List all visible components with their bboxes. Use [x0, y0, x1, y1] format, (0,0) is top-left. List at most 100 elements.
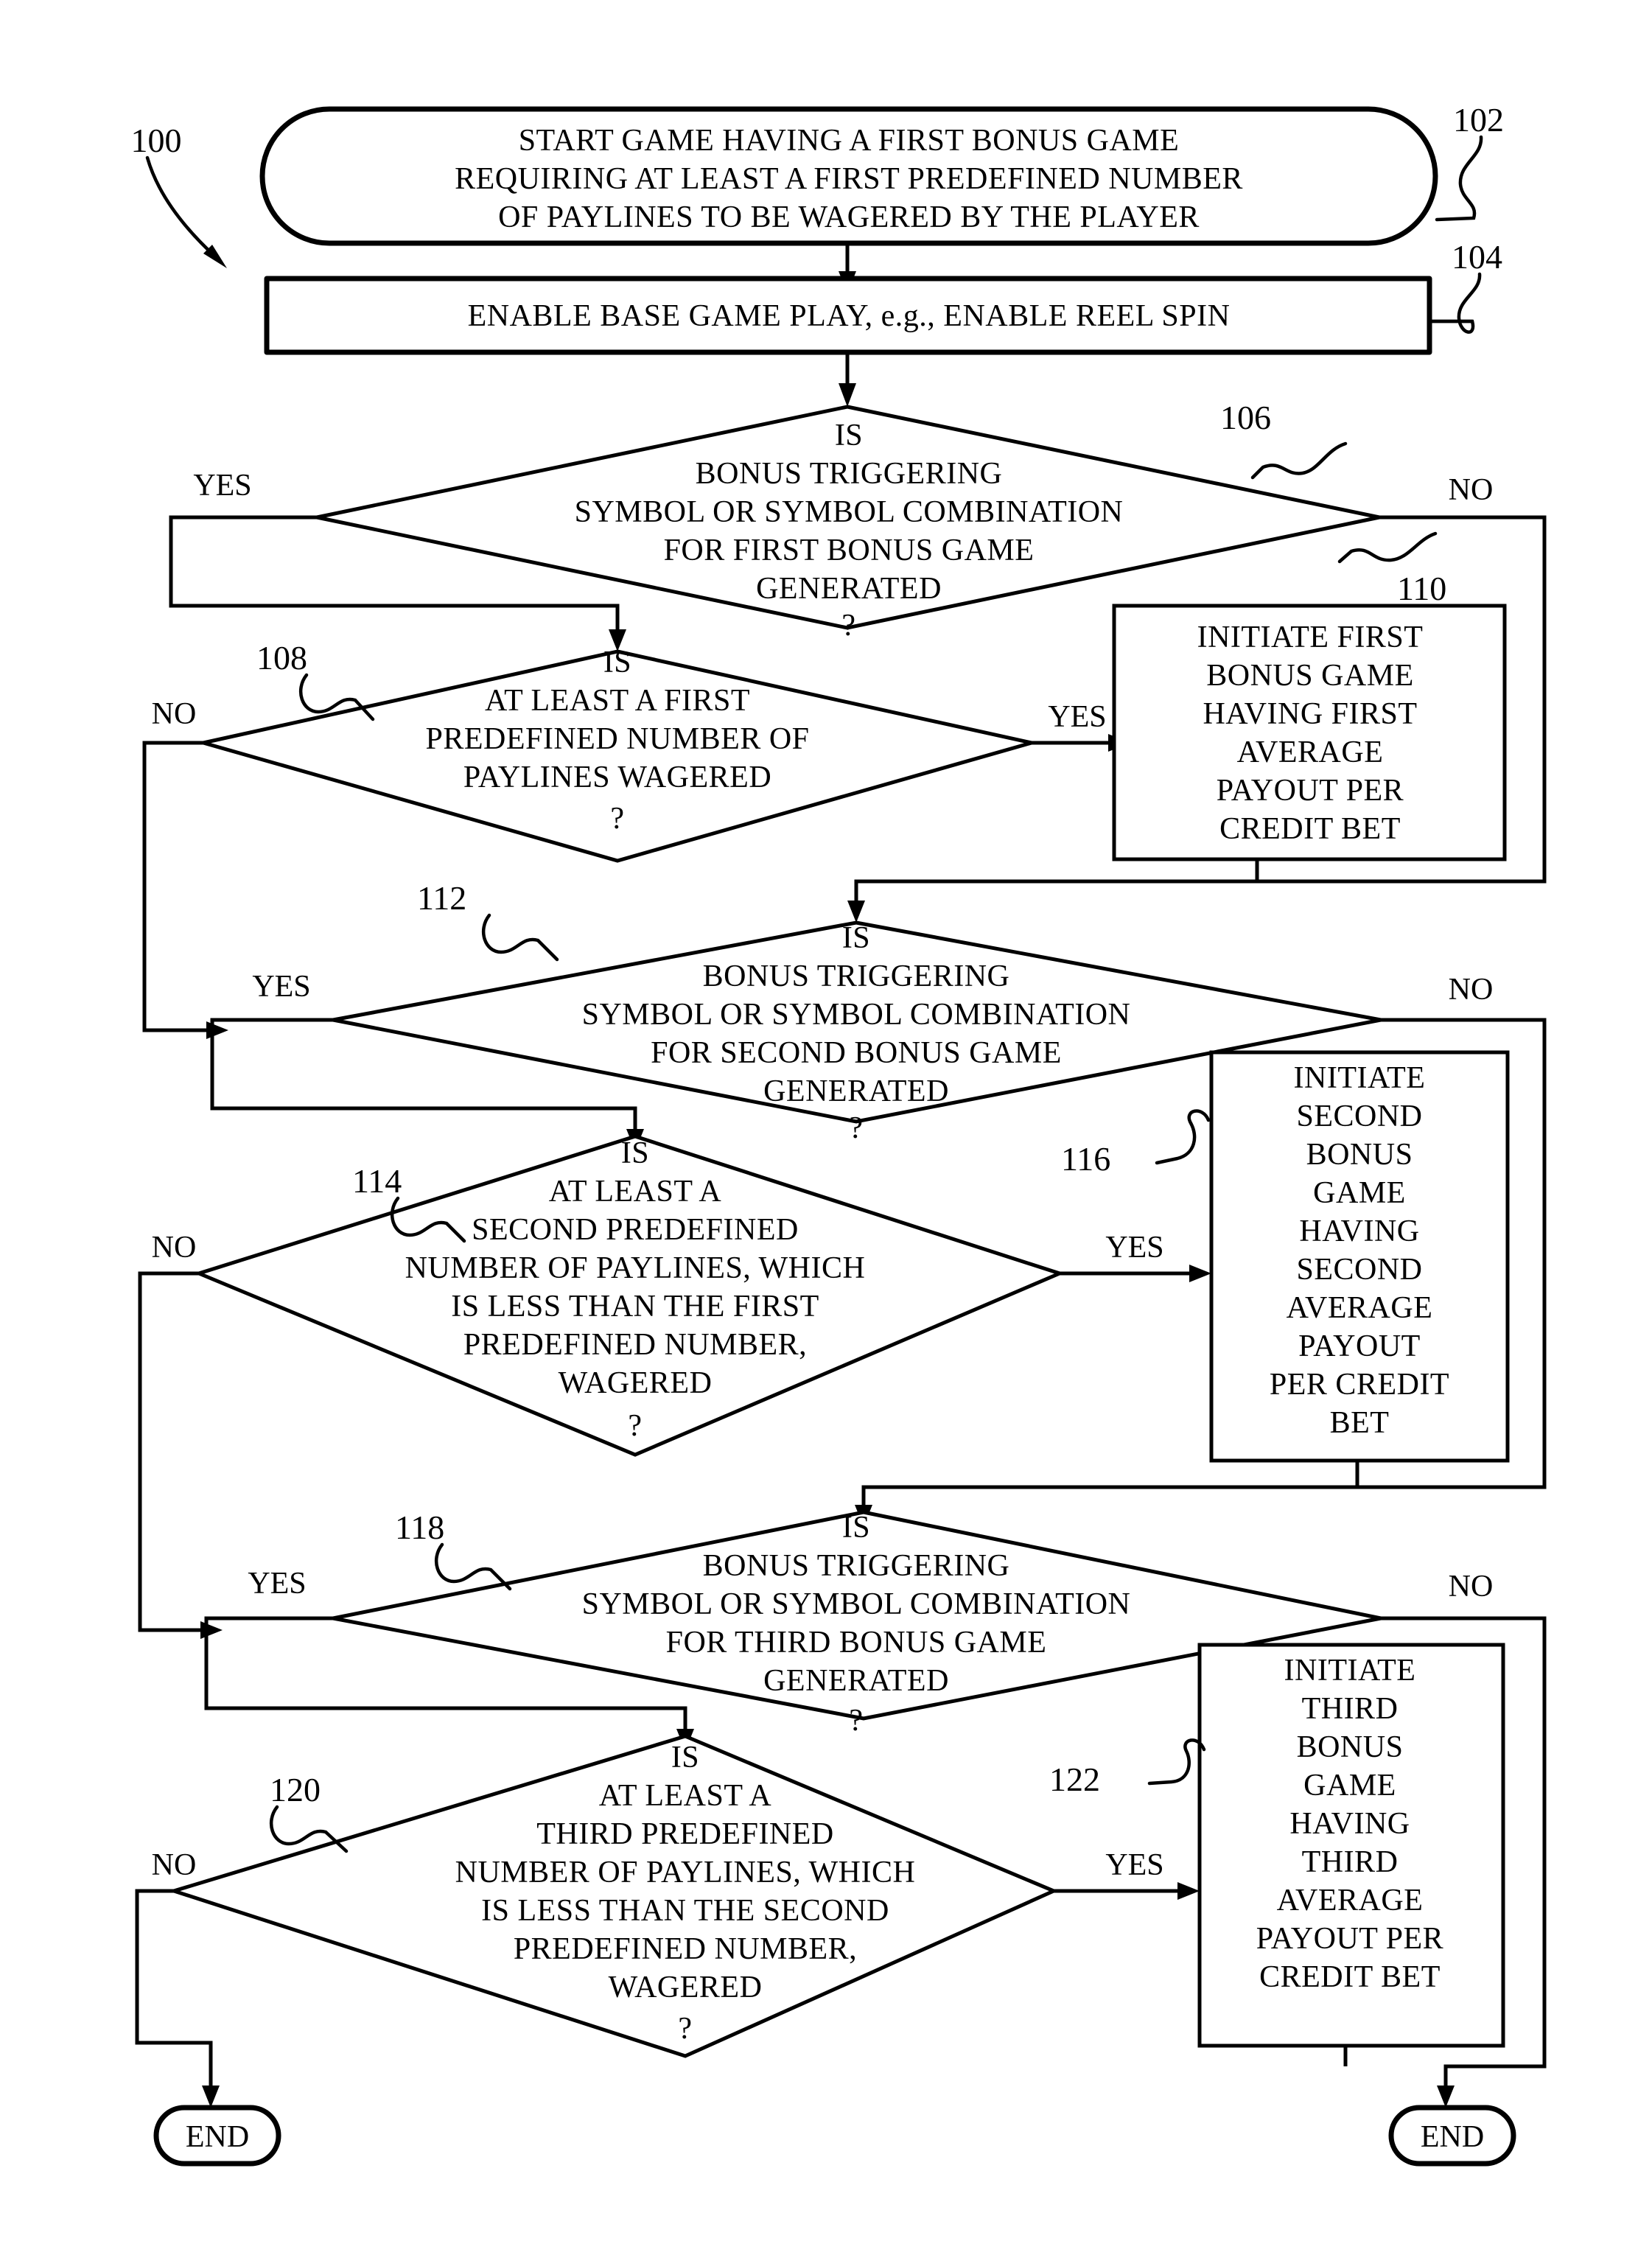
d120-text-line7: WAGERED — [609, 1971, 763, 2004]
label-yes-d118: YES — [248, 1567, 306, 1601]
d106-text-line1: IS — [835, 419, 863, 452]
label-no-d114: NO — [152, 1231, 197, 1265]
d114-text-line5: IS LESS THAN THE FIRST — [451, 1290, 819, 1324]
d112-text-line3: SYMBOL OR SYMBOL COMBINATION — [582, 998, 1131, 1032]
arrowhead-enable-to-d106 — [839, 383, 856, 407]
d114-text-line6: PREDEFINED NUMBER, — [463, 1328, 807, 1362]
d108-text-line3: PREDEFINED NUMBER OF — [425, 722, 809, 756]
b122-text-line1: INITIATE — [1284, 1654, 1416, 1688]
ref-120: 120 — [270, 1771, 321, 1808]
ref-122: 122 — [1049, 1761, 1100, 1798]
d120-text-line1: IS — [671, 1741, 699, 1775]
leader-110 — [1337, 531, 1438, 564]
leader-122 — [1147, 1738, 1206, 1786]
b122-text-line5: HAVING — [1289, 1807, 1410, 1841]
b116-text-line5: HAVING — [1299, 1214, 1419, 1248]
label-yes-d108: YES — [1048, 700, 1106, 734]
label-no-d108: NO — [152, 697, 197, 731]
d108-text-line4: PAYLINES WAGERED — [463, 761, 771, 794]
b116-text-line2: SECOND — [1296, 1099, 1422, 1133]
d106-text-line2: BONUS TRIGGERING — [696, 457, 1003, 491]
ref-108: 108 — [256, 639, 307, 676]
patent-flowchart-figure: 100 102 104 106 108 110 112 114 116 118 … — [0, 0, 1652, 2255]
ref-118: 118 — [395, 1508, 444, 1546]
d118-text-line4: FOR THIRD BONUS GAME — [666, 1626, 1047, 1660]
arrowhead-d114-yes — [1189, 1265, 1211, 1282]
d112-text-line2: BONUS TRIGGERING — [703, 959, 1010, 993]
b110-text-line6: CREDIT BET — [1219, 812, 1401, 846]
label-no-d120: NO — [152, 1848, 197, 1882]
d108-text-line1: IS — [603, 646, 631, 679]
d120-text-line3: THIRD PREDEFINED — [536, 1817, 834, 1851]
connector-d108-no-to-d112yes-rail — [142, 741, 212, 1032]
d114-text-line3: SECOND PREDEFINED — [472, 1213, 799, 1247]
b110-text-line2: BONUS GAME — [1206, 659, 1414, 693]
d112-text-line4: FOR SECOND BONUS GAME — [651, 1036, 1062, 1070]
arrowhead-d106-no — [847, 901, 865, 923]
d112-text-line6: ? — [849, 1111, 863, 1145]
b116-text-line8: PAYOUT — [1298, 1329, 1421, 1363]
b122-text-line7: AVERAGE — [1277, 1884, 1424, 1917]
arrowhead-d120-no-end — [202, 2086, 220, 2108]
start-text-line3: OF PAYLINES TO BE WAGERED BY THE PLAYER — [498, 200, 1200, 234]
b116-text-line3: BONUS — [1306, 1138, 1413, 1172]
b110-text-line5: PAYOUT PER — [1217, 774, 1404, 808]
b116-text-line6: SECOND — [1296, 1253, 1422, 1287]
leader-102 — [1435, 135, 1483, 222]
ref-112: 112 — [417, 879, 466, 917]
d120-text-line4: NUMBER OF PAYLINES, WHICH — [455, 1856, 916, 1889]
label-no-d112: NO — [1449, 973, 1494, 1007]
d106-text-line4: FOR FIRST BONUS GAME — [664, 534, 1035, 567]
start-text-line1: START GAME HAVING A FIRST BONUS GAME — [519, 124, 1180, 158]
connector-d120-no-to-end-left — [135, 1889, 213, 2091]
label-yes-d120: YES — [1105, 1848, 1163, 1882]
arrowhead-d118-no-end — [1437, 2086, 1455, 2108]
b110-text-line4: AVERAGE — [1237, 735, 1384, 769]
d106-text-line5: GENERATED — [756, 572, 942, 606]
d114-text-line7: WAGERED — [559, 1366, 713, 1400]
d114-text-line8: ? — [628, 1409, 642, 1443]
flowchart-canvas: 100 102 104 106 108 110 112 114 116 118 … — [131, 101, 1547, 2167]
b122-text-line6: THIRD — [1302, 1845, 1399, 1879]
arrowhead-d120-yes — [1177, 1882, 1200, 1900]
d120-text-line8: ? — [678, 2012, 692, 2046]
leader-104 — [1429, 272, 1482, 334]
d118-text-line1: IS — [842, 1511, 870, 1545]
ref-114: 114 — [352, 1162, 402, 1200]
b116-text-line9: PER CREDIT — [1270, 1368, 1449, 1402]
arrowhead-d114-no — [200, 1621, 223, 1639]
b122-text-line3: BONUS — [1297, 1730, 1404, 1764]
b116-text-line7: AVERAGE — [1287, 1291, 1433, 1325]
d120-text-line6: PREDEFINED NUMBER, — [514, 1932, 857, 1966]
b116-text-line1: INITIATE — [1294, 1061, 1426, 1095]
b116-text-line10: BET — [1330, 1406, 1390, 1440]
connector-d114-no-to-d118yes-rail — [138, 1271, 206, 1632]
d118-text-line6: ? — [849, 1704, 863, 1738]
b122-text-line4: GAME — [1303, 1769, 1396, 1803]
leader-118 — [434, 1542, 512, 1591]
d118-text-line3: SYMBOL OR SYMBOL COMBINATION — [582, 1587, 1131, 1621]
d114-text-line1: IS — [621, 1136, 649, 1170]
label-no-d106: NO — [1449, 473, 1494, 507]
label-yes-d106: YES — [193, 469, 251, 503]
end-label-left: END — [186, 2120, 249, 2154]
d106-text-line6: ? — [841, 609, 855, 643]
leader-112 — [481, 913, 559, 962]
leader-106 — [1250, 441, 1348, 480]
b116-text-line4: GAME — [1313, 1176, 1406, 1210]
ref-104: 104 — [1452, 238, 1502, 276]
d112-text-line5: GENERATED — [763, 1074, 949, 1108]
ref-100: 100 — [131, 122, 182, 159]
end-label-right: END — [1421, 2120, 1484, 2154]
arrowhead-d108-no — [206, 1021, 228, 1039]
b110-text-line3: HAVING FIRST — [1203, 697, 1417, 731]
ref-110: 110 — [1397, 570, 1446, 607]
d112-text-line1: IS — [842, 921, 870, 955]
d108-text-line2: AT LEAST A FIRST — [485, 684, 750, 718]
b122-text-line8: PAYOUT PER — [1256, 1922, 1443, 1956]
b110-text-line1: INITIATE FIRST — [1197, 620, 1424, 654]
d114-text-line2: AT LEAST A — [549, 1175, 722, 1209]
ref-102: 102 — [1453, 101, 1504, 139]
leader-116 — [1155, 1109, 1211, 1165]
b122-text-line2: THIRD — [1302, 1692, 1399, 1726]
